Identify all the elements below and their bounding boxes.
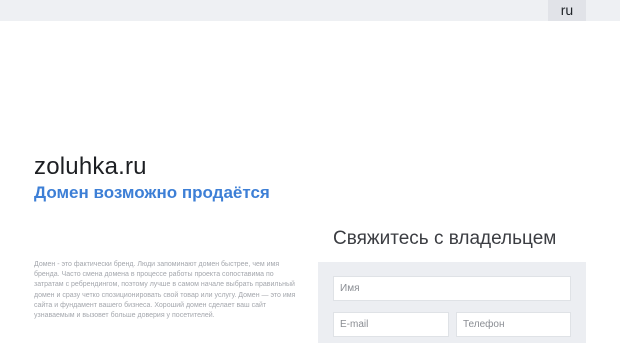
name-input[interactable]: Имя — [333, 276, 571, 301]
contact-form: Имя E-mail Телефон — [318, 262, 586, 343]
sale-subtitle: Домен возможно продаётся — [34, 183, 270, 202]
phone-input[interactable]: Телефон — [456, 312, 571, 337]
top-bar: ru — [0, 0, 620, 21]
language-switcher[interactable]: ru — [548, 0, 586, 21]
email-input[interactable]: E-mail — [333, 312, 449, 337]
domain-name: zoluhka.ru — [34, 153, 147, 180]
domain-description: Домен - это фактически бренд. Люди запом… — [34, 261, 296, 320]
contact-title: Свяжитесь с владельцем — [333, 228, 557, 249]
